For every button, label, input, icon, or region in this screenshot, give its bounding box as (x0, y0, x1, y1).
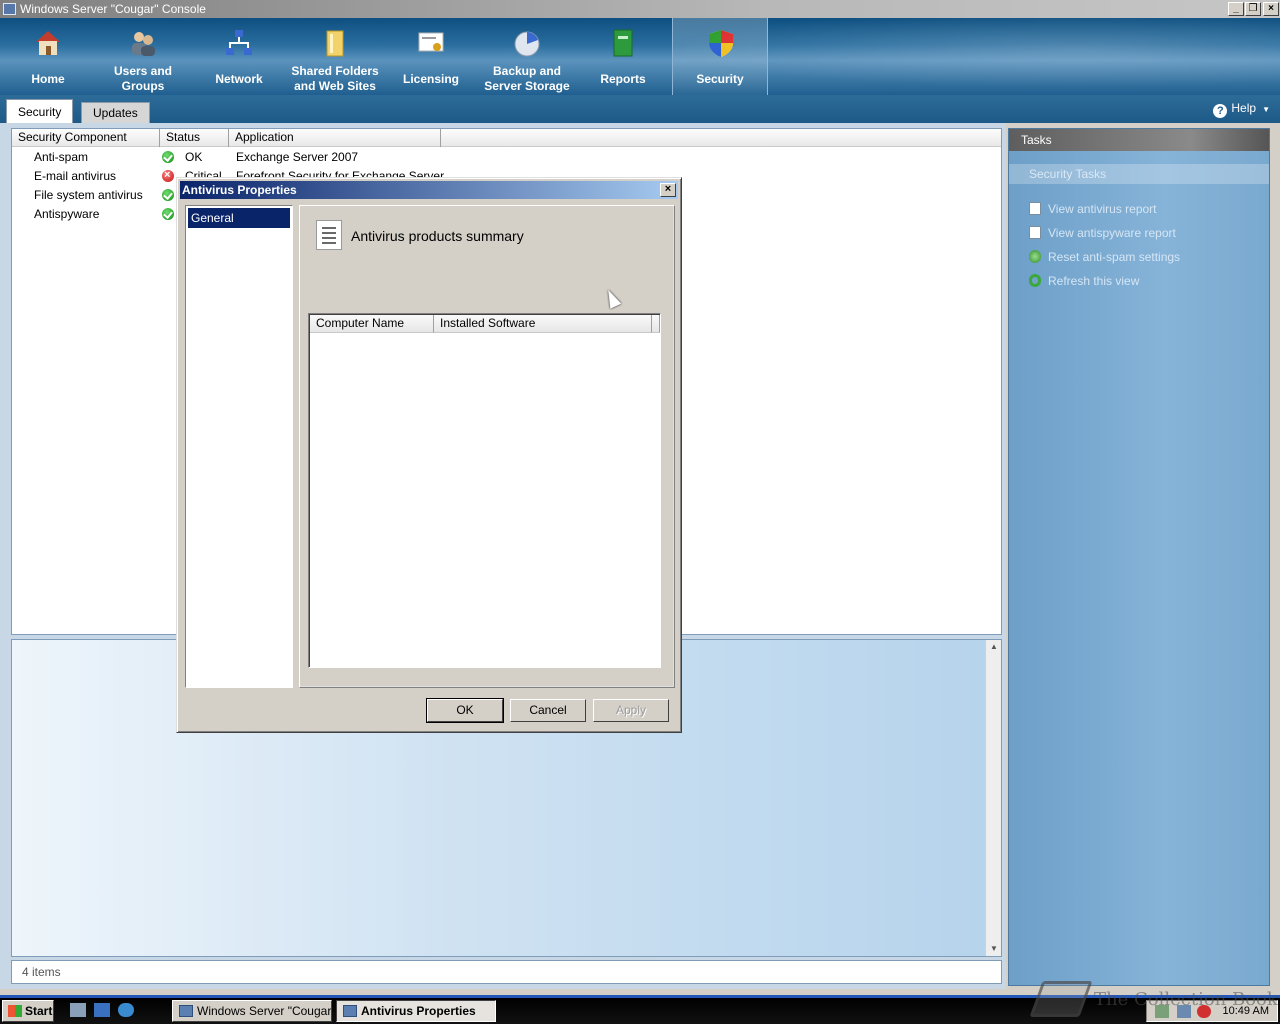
cancel-button[interactable]: Cancel (510, 699, 586, 722)
show-desktop-icon[interactable] (94, 1003, 110, 1017)
taskbar-button-antivirus-properties[interactable]: Antivirus Properties (336, 1000, 496, 1022)
status-ok-icon (162, 189, 174, 201)
certificate-icon (418, 32, 444, 52)
app-icon (3, 3, 16, 15)
tab-security[interactable]: Security (6, 99, 74, 123)
close-button[interactable]: × (1263, 2, 1279, 16)
apply-button[interactable]: Apply (593, 699, 669, 722)
minimize-button[interactable]: _ (1228, 2, 1244, 16)
task-refresh-view[interactable]: Refresh this view (1029, 272, 1139, 290)
document-icon (1029, 226, 1041, 239)
antivirus-products-list[interactable]: Computer Name Installed Software (308, 313, 661, 668)
nav-shared-folders[interactable]: Shared Folders and Web Sites (287, 18, 383, 95)
scroll-up-icon[interactable]: ▲ (988, 642, 1000, 652)
help-icon: ? (1213, 104, 1228, 118)
window-title: Windows Server "Cougar" Console (20, 2, 206, 16)
window-title-bar: Windows Server "Cougar" Console _ ❐ × (0, 0, 1280, 18)
backup-icon (514, 31, 540, 57)
task-view-antivirus-report[interactable]: View antivirus report (1029, 200, 1157, 218)
start-button[interactable]: Start (2, 1000, 54, 1022)
security-tray-icon[interactable] (1155, 1005, 1169, 1018)
nav-reports[interactable]: Reports (575, 18, 671, 95)
nav-network[interactable]: Network (191, 18, 287, 95)
taskbar: Start Windows Server "Cougar... Antiviru… (0, 995, 1280, 1024)
status-bar: 4 items (11, 960, 1002, 984)
top-navigation: Home Users and Groups Network Shared Fol… (0, 18, 1280, 95)
column-header-component[interactable]: Security Component (12, 129, 160, 147)
nav-licensing[interactable]: Licensing (383, 18, 479, 95)
dialog-page: Antivirus products summary Computer Name… (299, 205, 675, 688)
warning-tray-icon[interactable] (1197, 1005, 1211, 1018)
internet-explorer-icon[interactable] (118, 1003, 134, 1017)
refresh-icon (1029, 274, 1041, 287)
console-window-icon (179, 1005, 193, 1017)
reset-icon (1029, 250, 1041, 263)
dialog-nav-general[interactable]: General (188, 208, 290, 228)
home-icon (36, 31, 60, 55)
column-header-installed-software[interactable]: Installed Software (434, 315, 652, 333)
antivirus-properties-dialog: Antivirus Properties × General Antivirus… (176, 177, 682, 733)
tasks-panel: Tasks Security Tasks View antivirus repo… (1008, 128, 1270, 986)
status-ok-icon (162, 208, 174, 220)
tasks-pane: Tasks Security Tasks View antivirus repo… (1006, 123, 1280, 989)
taskbar-button-console[interactable]: Windows Server "Cougar... (172, 1000, 332, 1022)
column-header-status[interactable]: Status (160, 129, 229, 147)
shield-icon (709, 30, 733, 57)
windows-logo-icon (8, 1005, 22, 1017)
nav-users-and-groups[interactable]: Users and Groups (95, 18, 191, 95)
page-title: Antivirus products summary (351, 228, 524, 244)
server-manager-icon[interactable] (70, 1003, 86, 1017)
folder-icon (326, 30, 344, 57)
task-reset-anti-spam[interactable]: Reset anti-spam settings (1029, 248, 1180, 266)
help-link[interactable]: ? Help ▼ (1213, 100, 1270, 118)
column-header-filler (652, 315, 660, 333)
column-header-computer-name[interactable]: Computer Name (310, 315, 434, 333)
tasks-section-header: Security Tasks (1009, 164, 1269, 184)
report-book-icon (613, 29, 633, 57)
restore-button[interactable]: ❐ (1245, 2, 1261, 16)
scroll-down-icon[interactable]: ▼ (988, 944, 1000, 954)
system-tray: 10:49 AM (1146, 1000, 1278, 1022)
column-header-application[interactable]: Application (229, 129, 441, 147)
network-icon (226, 30, 252, 55)
network-tray-icon[interactable] (1177, 1005, 1191, 1018)
nav-security[interactable]: Security (672, 18, 768, 95)
nav-backup-and-storage[interactable]: Backup and Server Storage (479, 18, 575, 95)
table-row[interactable]: Anti-spam OK Exchange Server 2007 (12, 148, 1001, 167)
dialog-nav-list: General (185, 205, 293, 688)
list-header: Security Component Status Application (12, 129, 1001, 147)
chevron-down-icon: ▼ (1262, 105, 1270, 114)
list-document-icon (316, 220, 342, 250)
clock: 10:49 AM (1222, 1005, 1269, 1017)
subtab-bar: Security Updates ? Help ▼ (0, 95, 1280, 123)
users-icon (132, 32, 155, 56)
dialog-title-bar[interactable]: Antivirus Properties × (180, 181, 678, 199)
dialog-close-button[interactable]: × (660, 183, 676, 197)
tasks-title: Tasks (1009, 129, 1269, 151)
ok-button[interactable]: OK (426, 698, 504, 723)
tab-updates[interactable]: Updates (81, 102, 150, 123)
document-icon (1029, 202, 1041, 215)
nav-home[interactable]: Home (0, 18, 96, 95)
task-view-antispyware-report[interactable]: View antispyware report (1029, 224, 1176, 242)
properties-window-icon (343, 1005, 357, 1017)
dialog-title: Antivirus Properties (182, 183, 297, 197)
status-error-icon (162, 169, 174, 182)
details-scrollbar[interactable]: ▲ ▼ (985, 640, 1001, 956)
status-ok-icon (162, 151, 174, 163)
